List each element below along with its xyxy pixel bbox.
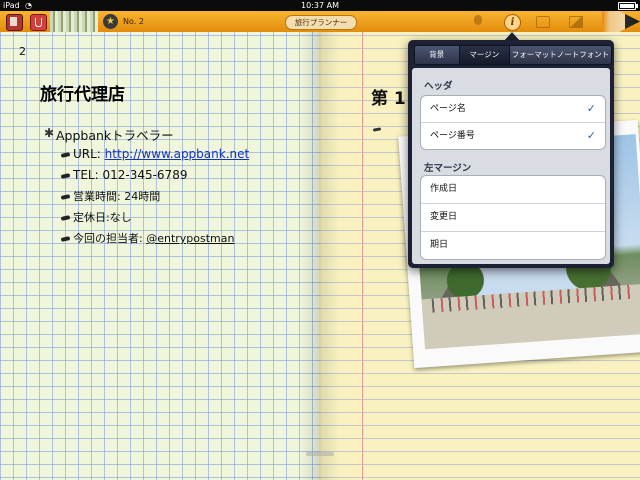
checkmark-icon: ✓ xyxy=(586,102,596,115)
settings-tabs: 背景 マージン フォーマットノートフォント xyxy=(414,45,612,65)
status-bar: iPad ◔ 10:37 AM xyxy=(0,0,640,11)
image-icon[interactable] xyxy=(569,16,583,28)
popover-body: ヘッダ ページ名 ✓ ページ番号 ✓ 左マージン 作成日 変更日 期日 xyxy=(412,68,610,264)
info-icon[interactable]: i xyxy=(504,14,521,31)
hours-text: 営業時間: 24時間 xyxy=(73,190,161,203)
option-modified-date[interactable]: 変更日 xyxy=(421,204,605,232)
header-section-title: ヘッダ xyxy=(424,81,453,92)
header-options-group: ページ名 ✓ ページ番号 ✓ xyxy=(420,95,606,150)
option-page-number[interactable]: ページ番号 ✓ xyxy=(421,123,605,149)
left-margin-section-title: 左マージン xyxy=(424,163,472,174)
list-item-contact: 今回の担当者: @entrypostman xyxy=(60,230,234,246)
tel-text: TEL: 012-345-6789 xyxy=(73,168,188,182)
url-label: URL: xyxy=(73,147,105,161)
page-number: 2 xyxy=(19,45,26,58)
tab-format-label: フォーマット xyxy=(511,50,557,59)
margin-line xyxy=(362,32,363,480)
move-icon[interactable] xyxy=(536,16,550,28)
star-icon[interactable]: ★ xyxy=(103,14,118,29)
dash-bullet-icon xyxy=(60,151,71,158)
pencil-tip-icon xyxy=(602,11,640,32)
tab-note-font-label: ノートフォント xyxy=(556,50,610,59)
tab-margin[interactable]: マージン xyxy=(459,46,511,64)
dash-bullet-icon xyxy=(60,215,71,221)
option-due-date[interactable]: 期日 xyxy=(421,232,605,259)
pencil-toolbar: ★ No. 2 旅行プランナー i xyxy=(0,11,640,33)
page-curl-handle[interactable] xyxy=(306,452,334,456)
list-title: Appbankトラベラー xyxy=(56,128,174,143)
option-label: 期日 xyxy=(430,240,449,250)
option-label: 作成日 xyxy=(430,184,458,194)
star-bullet-icon: ✱ xyxy=(44,126,55,140)
option-created-date[interactable]: 作成日 xyxy=(421,176,605,204)
eraser-icon[interactable] xyxy=(30,14,47,31)
page-gutter xyxy=(300,32,340,480)
url-link[interactable]: http://www.appbank.net xyxy=(105,147,250,161)
microphone-icon[interactable] xyxy=(474,15,482,25)
notebook-icon[interactable] xyxy=(6,14,23,31)
left-margin-options-group: 作成日 変更日 期日 xyxy=(420,175,606,260)
dash-bullet-icon xyxy=(60,236,71,242)
contact-label: 今回の担当者: xyxy=(73,232,147,245)
option-label: ページ番号 xyxy=(430,131,475,141)
right-page-heading: 第 1 xyxy=(371,89,406,109)
settings-popover: 背景 マージン フォーマットノートフォント ヘッダ ページ名 ✓ ページ番号 ✓… xyxy=(408,40,614,268)
checkmark-icon: ✓ xyxy=(586,129,596,142)
tab-background[interactable]: 背景 xyxy=(415,46,460,64)
pencil-ferrule xyxy=(50,11,98,32)
list-item-closed: 定休日:なし xyxy=(60,209,132,225)
page-heading: 旅行代理店 xyxy=(40,85,125,105)
closed-text: 定休日:なし xyxy=(73,211,132,224)
option-label: 変更日 xyxy=(430,212,458,222)
dash-bullet-icon xyxy=(60,194,71,200)
contact-handle[interactable]: @entrypostman xyxy=(146,232,234,245)
option-page-name[interactable]: ページ名 ✓ xyxy=(421,96,605,123)
notebook-title-button[interactable]: 旅行プランナー xyxy=(285,15,357,30)
tab-format-font[interactable]: フォーマットノートフォント xyxy=(510,46,611,64)
list-item-hours: 営業時間: 24時間 xyxy=(60,188,161,204)
list-item-url: URL: http://www.appbank.net xyxy=(60,147,250,161)
dash-bullet-icon xyxy=(60,172,71,179)
list-item-tel: TEL: 012-345-6789 xyxy=(60,168,188,182)
option-label: ページ名 xyxy=(430,104,466,114)
battery-icon xyxy=(618,2,638,10)
clock: 10:37 AM xyxy=(301,1,339,10)
page-number-label: No. 2 xyxy=(123,17,144,26)
